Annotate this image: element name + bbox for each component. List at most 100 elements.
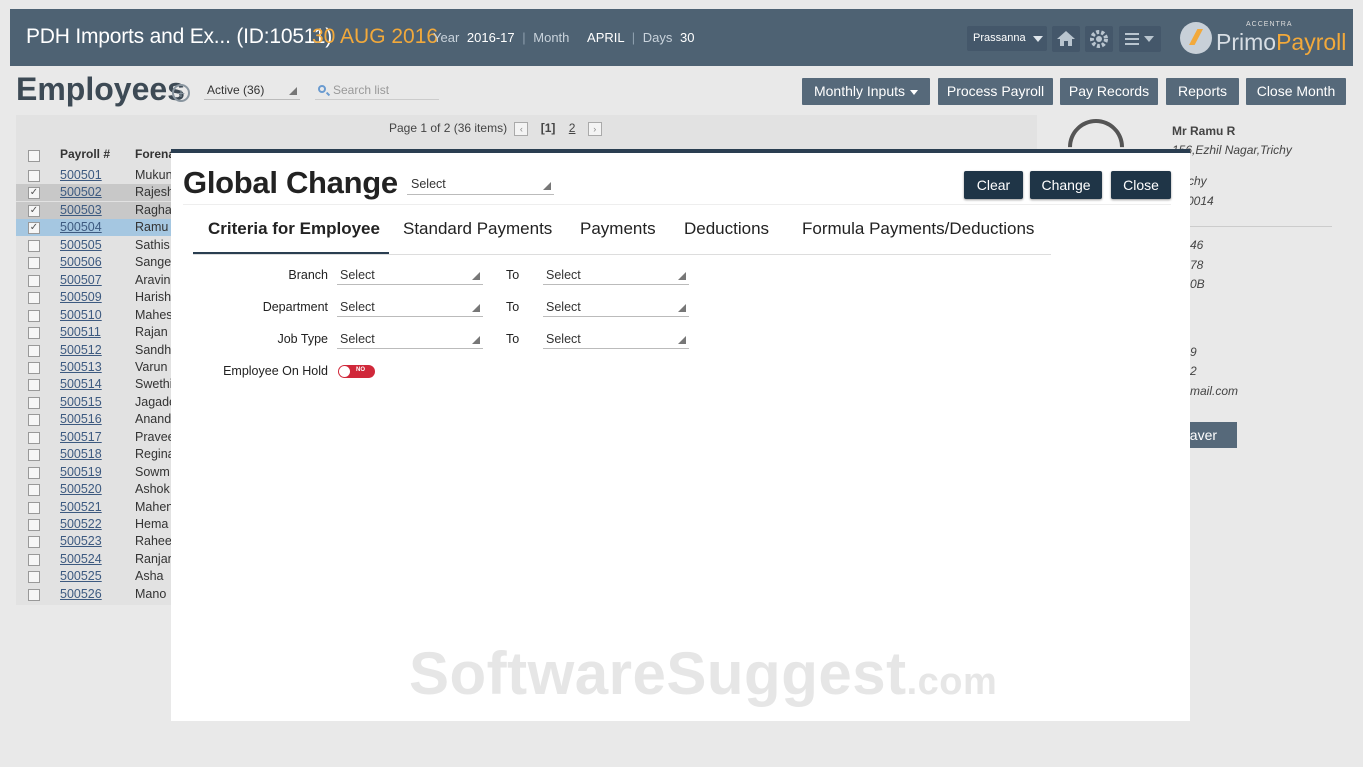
row-checkbox[interactable] <box>28 484 40 497</box>
department-to-select[interactable]: Select <box>543 297 689 317</box>
row-checkbox[interactable]: ✓ <box>28 222 40 235</box>
prev-page-icon[interactable]: ‹ <box>514 121 529 136</box>
table-row[interactable]: 500519 Sowm <box>16 464 171 481</box>
close-button[interactable]: Close <box>1111 171 1171 199</box>
payroll-number-link[interactable]: 500507 <box>60 273 102 287</box>
table-row[interactable]: 500513 Varun <box>16 359 171 376</box>
row-checkbox[interactable] <box>28 449 40 462</box>
table-row[interactable]: ✓ 500503 Ragha <box>16 201 171 219</box>
payroll-number-link[interactable]: 500512 <box>60 343 102 357</box>
home-button[interactable] <box>1052 26 1080 52</box>
table-row[interactable]: 500516 Anand <box>16 411 171 428</box>
close-month-button[interactable]: Close Month <box>1246 78 1346 105</box>
row-checkbox[interactable] <box>28 344 40 357</box>
payroll-number-link[interactable]: 500501 <box>60 168 102 182</box>
row-checkbox[interactable] <box>28 379 40 392</box>
branch-to-select[interactable]: Select <box>543 265 689 285</box>
payroll-number-link[interactable]: 500520 <box>60 482 102 496</box>
pay-records-button[interactable]: Pay Records <box>1060 78 1158 105</box>
row-checkbox[interactable] <box>28 501 40 514</box>
process-payroll-button[interactable]: Process Payroll <box>938 78 1053 105</box>
tab-formula-payments-deductions[interactable]: Formula Payments/Deductions <box>802 219 1034 239</box>
table-row[interactable]: 500520 Ashok <box>16 481 171 498</box>
table-row[interactable]: 500507 Aravin <box>16 272 171 289</box>
table-row[interactable]: 500525 Asha <box>16 568 171 585</box>
payroll-number-link[interactable]: 500524 <box>60 552 102 566</box>
tab-deductions[interactable]: Deductions <box>684 219 769 239</box>
add-employee-icon[interactable]: + <box>172 84 190 102</box>
next-page-icon[interactable]: › <box>587 121 602 136</box>
page-2-link[interactable]: 2 <box>569 121 576 135</box>
payroll-number-link[interactable]: 500519 <box>60 465 102 479</box>
row-checkbox[interactable] <box>28 553 40 566</box>
row-checkbox[interactable] <box>28 257 40 270</box>
row-checkbox[interactable] <box>28 239 40 252</box>
payroll-number-link[interactable]: 500515 <box>60 395 102 409</box>
row-checkbox[interactable] <box>28 292 40 305</box>
monthly-inputs-button[interactable]: Monthly Inputs <box>802 78 930 105</box>
table-row[interactable]: 500514 Swethi <box>16 376 171 393</box>
table-row[interactable]: 500509 Harish <box>16 289 171 306</box>
row-checkbox[interactable] <box>28 431 40 444</box>
change-type-select[interactable]: Select <box>407 174 554 195</box>
user-select[interactable]: Prassanna <box>967 26 1047 51</box>
tab-criteria-for-employee[interactable]: Criteria for Employee <box>208 219 380 239</box>
job-type-to-select[interactable]: Select <box>543 329 689 349</box>
select-all-checkbox[interactable] <box>28 150 40 162</box>
row-checkbox[interactable]: ✓ <box>28 187 40 200</box>
page-1-link[interactable]: [1] <box>541 121 556 135</box>
job-type-from-select[interactable]: Select <box>337 329 483 349</box>
table-row[interactable]: ✓ 500504 Ramu <box>16 219 171 237</box>
department-from-select[interactable]: Select <box>337 297 483 317</box>
row-checkbox[interactable] <box>28 361 40 374</box>
clear-button[interactable]: Clear <box>964 171 1023 199</box>
row-checkbox[interactable] <box>28 466 40 479</box>
search-input[interactable]: Search list <box>315 80 439 100</box>
on-hold-toggle[interactable]: NO <box>338 365 375 378</box>
table-row[interactable]: 500522 Hema <box>16 516 171 533</box>
table-row[interactable]: 500521 Mahen <box>16 499 171 516</box>
table-row[interactable]: 500511 Rajan <box>16 324 171 341</box>
row-checkbox[interactable] <box>28 588 40 601</box>
tab-standard-payments[interactable]: Standard Payments <box>403 219 552 239</box>
payroll-number-link[interactable]: 500514 <box>60 377 102 391</box>
branch-from-select[interactable]: Select <box>337 265 483 285</box>
payroll-number-link[interactable]: 500517 <box>60 430 102 444</box>
table-row[interactable]: 500517 Pravee <box>16 429 171 446</box>
change-button[interactable]: Change <box>1030 171 1102 199</box>
menu-button[interactable] <box>1119 26 1161 52</box>
payroll-number-link[interactable]: 500518 <box>60 447 102 461</box>
table-row[interactable]: 500524 Ranjan <box>16 551 171 568</box>
table-row[interactable]: 500512 Sandh <box>16 342 171 359</box>
payroll-number-link[interactable]: 500516 <box>60 412 102 426</box>
table-row[interactable]: 500501 Mukun <box>16 167 171 184</box>
payroll-number-link[interactable]: 500526 <box>60 587 102 601</box>
payroll-number-link[interactable]: 500511 <box>60 325 101 339</box>
table-row[interactable]: 500506 Sange <box>16 254 171 271</box>
payroll-number-link[interactable]: 500510 <box>60 308 102 322</box>
forename-column-header[interactable]: Forena <box>135 147 175 161</box>
table-row[interactable]: 500515 Jagade <box>16 394 171 411</box>
payroll-number-link[interactable]: 500521 <box>60 500 102 514</box>
payroll-column-header[interactable]: Payroll # <box>60 147 110 161</box>
payroll-number-link[interactable]: 500505 <box>60 238 102 252</box>
payroll-number-link[interactable]: 500513 <box>60 360 102 374</box>
row-checkbox[interactable] <box>28 536 40 549</box>
payroll-number-link[interactable]: 500506 <box>60 255 102 269</box>
table-row[interactable]: ✓ 500502 Rajesh <box>16 184 171 202</box>
payroll-number-link[interactable]: 500525 <box>60 569 102 583</box>
row-checkbox[interactable] <box>28 396 40 409</box>
row-checkbox[interactable] <box>28 519 40 531</box>
status-filter-select[interactable]: Active (36) <box>204 80 300 100</box>
row-checkbox[interactable] <box>28 414 40 427</box>
settings-button[interactable] <box>1085 26 1113 52</box>
row-checkbox[interactable] <box>28 170 40 182</box>
table-row[interactable]: 500523 Raheel <box>16 533 171 550</box>
table-row[interactable]: 500505 Sathis <box>16 237 171 254</box>
table-row[interactable]: 500518 Regina <box>16 446 171 463</box>
row-checkbox[interactable]: ✓ <box>28 204 40 217</box>
reports-button[interactable]: Reports <box>1166 78 1239 105</box>
row-checkbox[interactable] <box>28 309 40 322</box>
payroll-number-link[interactable]: 500502 <box>60 185 102 199</box>
payroll-number-link[interactable]: 500523 <box>60 534 102 548</box>
